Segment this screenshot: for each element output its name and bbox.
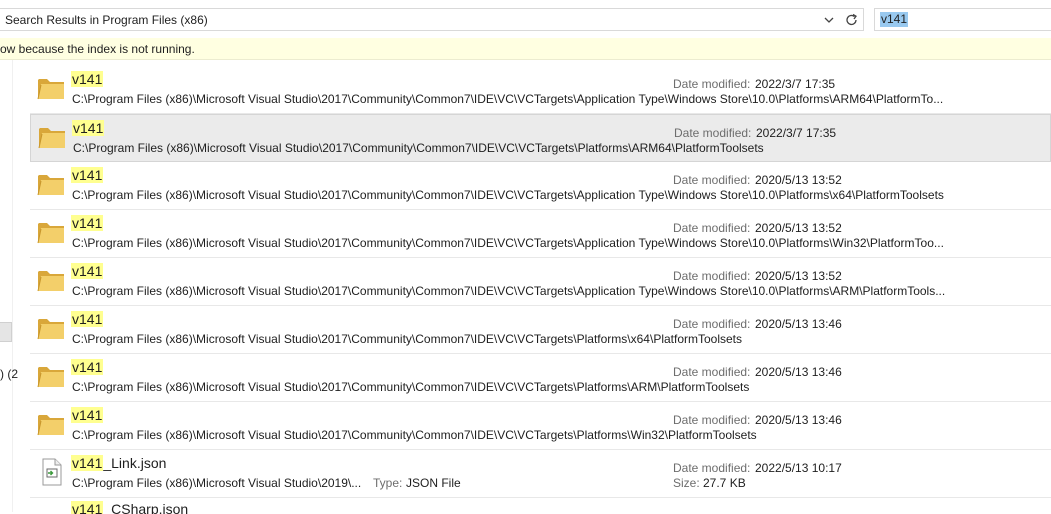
result-row[interactable]: v141 C:\Program Files (x86)\Microsoft Vi… (30, 66, 1051, 114)
date-modified-value: 2020/5/13 13:52 (755, 173, 842, 187)
type-label: Type: (373, 476, 403, 490)
result-name[interactable]: v141 (71, 311, 104, 327)
result-row[interactable]: v141 C:\Program Files (x86)\Microsoft Vi… (30, 306, 1051, 354)
date-modified-value: 2022/3/7 17:35 (755, 77, 836, 91)
result-row[interactable]: v141 C:\Program Files (x86)\Microsoft Vi… (30, 162, 1051, 210)
result-name[interactable]: v141 (72, 120, 105, 136)
date-modified-value: 2020/5/13 13:46 (755, 365, 842, 379)
search-box[interactable]: v141 (874, 8, 1051, 31)
result-row[interactable]: v141 C:\Program Files (x86)\Microsoft Vi… (30, 210, 1051, 258)
result-name[interactable]: v141_CSharp.json (71, 501, 188, 514)
date-modified-value: 2020/5/13 13:46 (755, 317, 842, 331)
chevron-down-icon[interactable] (822, 12, 836, 28)
date-modified-label: Date modified: (673, 77, 751, 91)
date-modified-value: 2022/5/13 10:17 (755, 461, 842, 475)
result-name[interactable]: v141 (71, 263, 104, 279)
date-modified-label: Date modified: (673, 173, 751, 187)
info-bar[interactable]: ow because the index is not running. (0, 38, 1051, 60)
nav-item-fragment[interactable]: ) (2 (0, 367, 18, 381)
folder-icon (37, 175, 64, 196)
result-row[interactable]: v141 C:\Program Files (x86)\Microsoft Vi… (30, 258, 1051, 306)
folder-icon (37, 223, 64, 244)
type-value: JSON File (406, 476, 461, 490)
search-input[interactable]: v141 (880, 12, 909, 27)
date-modified-label: Date modified: (673, 221, 751, 235)
address-path[interactable]: Search Results in Program Files (x86) (5, 13, 208, 27)
date-modified-label: Date modified: (673, 317, 751, 331)
date-modified-label: Date modified: (673, 461, 751, 475)
date-modified-label: Date modified: (673, 365, 751, 379)
result-row[interactable]: v141 C:\Program Files (x86)\Microsoft Vi… (30, 354, 1051, 402)
result-row-selected[interactable]: v141 C:\Program Files (x86)\Microsoft Vi… (30, 114, 1051, 162)
result-row[interactable]: v141 C:\Program Files (x86)\Microsoft Vi… (30, 402, 1051, 450)
result-path: C:\Program Files (x86)\Microsoft Visual … (72, 380, 750, 394)
nav-selected-item[interactable] (0, 322, 12, 342)
result-name[interactable]: v141 (71, 215, 104, 231)
result-name[interactable]: v141 (71, 167, 104, 183)
info-message: ow because the index is not running. (0, 42, 195, 56)
folder-icon (37, 415, 64, 436)
result-path: C:\Program Files (x86)\Microsoft Visual … (73, 141, 764, 155)
result-path: C:\Program Files (x86)\Microsoft Visual … (72, 188, 944, 202)
date-modified-label: Date modified: (673, 269, 751, 283)
address-bar[interactable]: Search Results in Program Files (x86) (0, 8, 864, 31)
folder-icon (38, 128, 65, 149)
date-modified-label: Date modified: (674, 126, 752, 140)
nav-pane-divider[interactable] (12, 60, 13, 512)
date-modified-label: Date modified: (673, 413, 751, 427)
result-row[interactable]: v141_Link.json C:\Program Files (x86)\Mi… (30, 450, 1051, 498)
result-path: C:\Program Files (x86)\Microsoft Visual … (72, 92, 944, 106)
result-path: C:\Program Files (x86)\Microsoft Visual … (72, 476, 362, 490)
result-name[interactable]: v141 (71, 407, 104, 423)
result-name[interactable]: v141 (71, 71, 104, 87)
result-path: C:\Program Files (x86)\Microsoft Visual … (72, 284, 946, 298)
size-value: 27.7 KB (703, 476, 746, 490)
date-modified-value: 2022/3/7 17:35 (756, 126, 837, 140)
folder-icon (37, 79, 64, 100)
result-path: C:\Program Files (x86)\Microsoft Visual … (72, 332, 743, 346)
folder-icon (37, 367, 64, 388)
result-path: C:\Program Files (x86)\Microsoft Visual … (72, 428, 757, 442)
result-name[interactable]: v141 (71, 359, 104, 375)
result-path: C:\Program Files (x86)\Microsoft Visual … (72, 236, 944, 250)
folder-icon (37, 319, 64, 340)
date-modified-value: 2020/5/13 13:46 (755, 413, 842, 427)
date-modified-value: 2020/5/13 13:52 (755, 221, 842, 235)
folder-icon (37, 271, 64, 292)
date-modified-value: 2020/5/13 13:52 (755, 269, 842, 283)
search-results-list: v141 C:\Program Files (x86)\Microsoft Vi… (30, 66, 1051, 514)
result-name[interactable]: v141_Link.json (71, 455, 166, 471)
size-label: Size: (673, 476, 700, 490)
json-file-icon (42, 458, 62, 486)
refresh-icon[interactable] (844, 12, 860, 28)
